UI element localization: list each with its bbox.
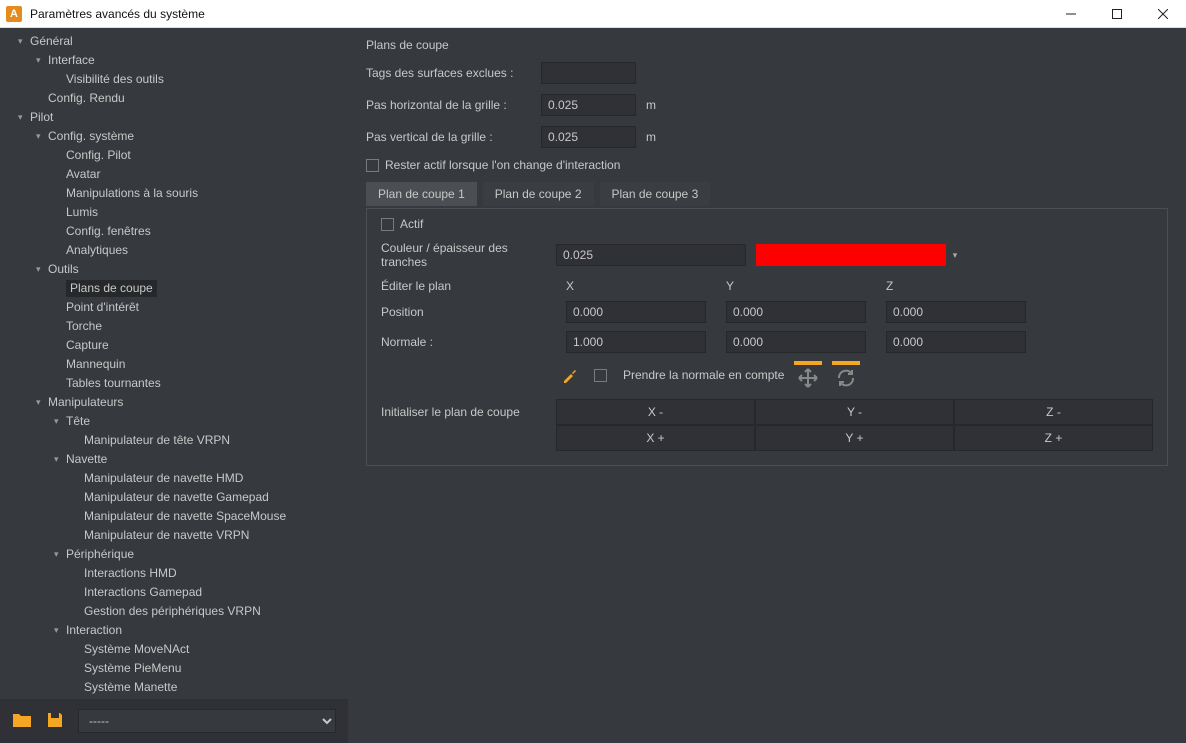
- tree-config-pilot[interactable]: Config. Pilot: [0, 146, 348, 165]
- normale-z[interactable]: [886, 331, 1026, 353]
- tree-sys-movenact[interactable]: Système MoveNAct: [0, 640, 348, 659]
- tree-manip-nav-vrpn[interactable]: Manipulateur de navette VRPN: [0, 526, 348, 545]
- tags-label: Tags des surfaces exclues :: [366, 66, 541, 80]
- init-y-plus[interactable]: Y +: [755, 425, 954, 451]
- tree-manip-nav-sm[interactable]: Manipulateur de navette SpaceMouse: [0, 507, 348, 526]
- actif-checkbox[interactable]: [381, 218, 394, 231]
- tree-manipulateurs[interactable]: ▾Manipulateurs: [0, 393, 348, 412]
- tree-config-fenetres[interactable]: Config. fenêtres: [0, 222, 348, 241]
- normal-checkbox[interactable]: [594, 369, 607, 382]
- tree-manip-nav-hmd[interactable]: Manipulateur de navette HMD: [0, 469, 348, 488]
- tree-gestion-vrpn[interactable]: Gestion des périphériques VRPN: [0, 602, 348, 621]
- minimize-button[interactable]: [1048, 0, 1094, 28]
- tree-general[interactable]: ▾Général: [0, 32, 348, 51]
- init-z-minus[interactable]: Z -: [954, 399, 1153, 425]
- tree-point-interet[interactable]: Point d'intérêt: [0, 298, 348, 317]
- tab-plane-2[interactable]: Plan de coupe 2: [483, 182, 594, 206]
- tree-peripherique[interactable]: ▾Périphérique: [0, 545, 348, 564]
- pas-v-unit: m: [646, 130, 656, 144]
- tree-outils[interactable]: ▾Outils: [0, 260, 348, 279]
- plane-tabs: Plan de coupe 1 Plan de coupe 2 Plan de …: [366, 182, 1168, 206]
- save-icon[interactable]: [46, 711, 64, 732]
- tree-tables[interactable]: Tables tournantes: [0, 374, 348, 393]
- pas-h-label: Pas horizontal de la grille :: [366, 98, 541, 112]
- color-dropdown-icon[interactable]: ▾: [948, 244, 962, 266]
- tree-mannequin[interactable]: Mannequin: [0, 355, 348, 374]
- actif-label: Actif: [400, 217, 423, 231]
- init-x-minus[interactable]: X -: [556, 399, 755, 425]
- tree-manip-souris[interactable]: Manipulations à la souris: [0, 184, 348, 203]
- tree-lumis[interactable]: Lumis: [0, 203, 348, 222]
- app-icon: A: [6, 6, 22, 22]
- tree-sys-piemenu[interactable]: Système PieMenu: [0, 659, 348, 678]
- pas-h-input[interactable]: [541, 94, 636, 116]
- col-y: Y: [726, 279, 876, 293]
- tab-plane-1[interactable]: Plan de coupe 1: [366, 182, 477, 206]
- position-y[interactable]: [726, 301, 866, 323]
- init-y-minus[interactable]: Y -: [755, 399, 954, 425]
- normale-y[interactable]: [726, 331, 866, 353]
- normale-label: Normale :: [381, 335, 556, 349]
- tree-manip-nav-gp[interactable]: Manipulateur de navette Gamepad: [0, 488, 348, 507]
- tags-input[interactable]: [541, 62, 636, 84]
- window-title: Paramètres avancés du système: [30, 7, 1048, 21]
- settings-tree[interactable]: ▾Général ▾Interface Visibilité des outil…: [0, 28, 348, 699]
- couleur-label: Couleur / épaisseur des tranches: [381, 241, 556, 269]
- edit-label: Éditer le plan: [381, 279, 556, 293]
- tree-avatar[interactable]: Avatar: [0, 165, 348, 184]
- tree-analytiques[interactable]: Analytiques: [0, 241, 348, 260]
- normale-x[interactable]: [566, 331, 706, 353]
- titlebar: A Paramètres avancés du système: [0, 0, 1186, 28]
- maximize-button[interactable]: [1094, 0, 1140, 28]
- tree-manip-tete-vrpn[interactable]: Manipulateur de tête VRPN: [0, 431, 348, 450]
- pas-v-label: Pas vertical de la grille :: [366, 130, 541, 144]
- tree-torche[interactable]: Torche: [0, 317, 348, 336]
- tree-interaction[interactable]: ▾Interaction: [0, 621, 348, 640]
- tree-sys-manette[interactable]: Système Manette: [0, 678, 348, 697]
- close-button[interactable]: [1140, 0, 1186, 28]
- refresh-icon[interactable]: [832, 361, 860, 389]
- color-swatch[interactable]: [756, 244, 946, 266]
- position-z[interactable]: [886, 301, 1026, 323]
- tree-visibility[interactable]: Visibilité des outils: [0, 70, 348, 89]
- init-z-plus[interactable]: Z +: [954, 425, 1153, 451]
- tab-plane-3[interactable]: Plan de coupe 3: [600, 182, 711, 206]
- open-folder-icon[interactable]: [12, 711, 32, 732]
- tree-tete[interactable]: ▾Tête: [0, 412, 348, 431]
- pas-v-input[interactable]: [541, 126, 636, 148]
- tree-plans-de-coupe[interactable]: Plans de coupe: [0, 279, 348, 298]
- col-x: X: [566, 279, 716, 293]
- init-label: Initialiser le plan de coupe: [381, 399, 556, 425]
- position-label: Position: [381, 305, 556, 319]
- eyedropper-icon[interactable]: [556, 361, 584, 389]
- move-icon[interactable]: [794, 361, 822, 389]
- panel-heading: Plans de coupe: [366, 38, 1168, 52]
- tree-config-rendu[interactable]: Config. Rendu: [0, 89, 348, 108]
- tree-vr[interactable]: ▾VR: [0, 697, 348, 699]
- init-x-plus[interactable]: X +: [556, 425, 755, 451]
- tree-pilot[interactable]: ▾Pilot: [0, 108, 348, 127]
- plane-panel: Actif Couleur / épaisseur des tranches ▾…: [366, 208, 1168, 466]
- tree-navette[interactable]: ▾Navette: [0, 450, 348, 469]
- epaisseur-input[interactable]: [556, 244, 746, 266]
- preset-select[interactable]: -----: [78, 709, 336, 733]
- tree-interface[interactable]: ▾Interface: [0, 51, 348, 70]
- tree-inter-gp[interactable]: Interactions Gamepad: [0, 583, 348, 602]
- stay-active-label: Rester actif lorsque l'on change d'inter…: [385, 158, 620, 172]
- position-x[interactable]: [566, 301, 706, 323]
- pas-h-unit: m: [646, 98, 656, 112]
- bottom-toolbar: -----: [0, 699, 348, 743]
- stay-active-checkbox[interactable]: [366, 159, 379, 172]
- tree-config-systeme[interactable]: ▾Config. système: [0, 127, 348, 146]
- col-z: Z: [886, 279, 1036, 293]
- tree-inter-hmd[interactable]: Interactions HMD: [0, 564, 348, 583]
- normal-check-label: Prendre la normale en compte: [623, 368, 784, 382]
- settings-panel: Plans de coupe Tags des surfaces exclues…: [348, 28, 1186, 699]
- tree-capture[interactable]: Capture: [0, 336, 348, 355]
